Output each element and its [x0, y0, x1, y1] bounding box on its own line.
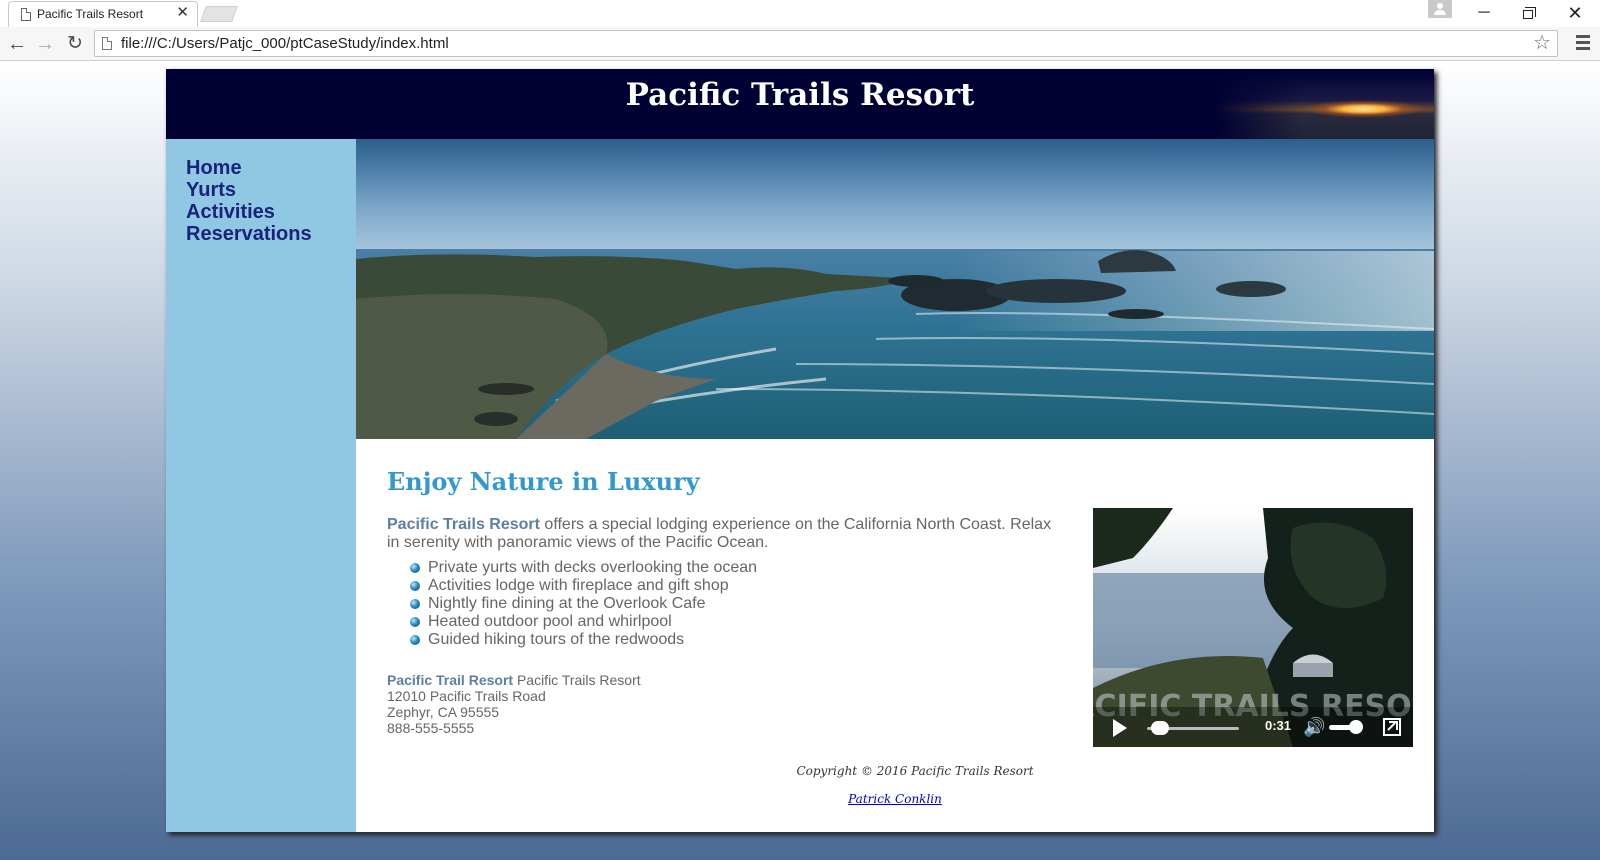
bullet-icon — [410, 581, 420, 591]
list-item: Guided hiking tours of the redwoods — [410, 631, 757, 649]
bookmark-star-icon[interactable]: ☆ — [1533, 31, 1551, 56]
list-item: Private yurts with decks overlooking the… — [410, 559, 757, 577]
page-viewport: Pacific Trails Resort Home Yurts Activit… — [0, 61, 1600, 860]
browser-tab[interactable]: Pacific Trails Resort ✕ — [8, 1, 198, 27]
copyright-text: Copyright © 2016 Pacific Trails Resort — [796, 764, 1034, 778]
bullet-icon — [410, 617, 420, 627]
bullet-icon — [410, 635, 420, 645]
nav-link-yurts[interactable]: Yurts — [186, 179, 312, 201]
intro-paragraph: Pacific Trails Resort offers a special l… — [387, 516, 1067, 552]
close-window-button[interactable]: ✕ — [1561, 2, 1589, 24]
coast-hero-image — [356, 139, 1434, 439]
back-button[interactable]: ← — [4, 31, 30, 57]
restore-icon — [1523, 7, 1536, 19]
nav-link-activities[interactable]: Activities — [186, 201, 312, 223]
url-text[interactable]: file:///C:/Users/Patjc_000/ptCaseStudy/i… — [121, 35, 449, 52]
fullscreen-icon[interactable] — [1383, 718, 1401, 736]
content-heading: Enjoy Nature in Luxury — [387, 467, 700, 496]
video-controls: 0:31 🔊 — [1093, 707, 1413, 747]
page-icon — [102, 37, 112, 50]
contact-info: Pacific Trail Resort Pacific Trails Reso… — [387, 672, 641, 736]
browser-tabstrip: Pacific Trails Resort ✕ ─ ✕ — [0, 0, 1600, 27]
site-wrapper: Pacific Trails Resort Home Yurts Activit… — [166, 69, 1434, 832]
browser-toolbar: ← → ↻ file:///C:/Users/Patjc_000/ptCaseS… — [0, 27, 1600, 61]
page-icon — [21, 8, 31, 21]
contact-street: 12010 Pacific Trails Road — [387, 688, 546, 704]
contact-name-rest: Pacific Trails Resort — [513, 672, 641, 688]
nav-link-home[interactable]: Home — [186, 157, 312, 179]
tab-title: Pacific Trails Resort — [37, 7, 144, 21]
video-progress-knob[interactable] — [1150, 721, 1169, 735]
tab-close-icon[interactable]: ✕ — [176, 5, 189, 20]
author-link[interactable]: Patrick Conklin — [356, 792, 1434, 806]
video-time: 0:31 — [1265, 718, 1292, 733]
main-content: Enjoy Nature in Luxury Pacific Trails Re… — [356, 139, 1434, 832]
site-header: Pacific Trails Resort — [166, 69, 1434, 139]
address-bar[interactable]: file:///C:/Users/Patjc_000/ptCaseStudy/i… — [94, 30, 1558, 57]
restore-button[interactable] — [1514, 2, 1542, 24]
site-title: Pacific Trails Resort — [625, 77, 975, 113]
list-item: Heated outdoor pool and whirlpool — [410, 613, 757, 631]
side-nav: Home Yurts Activities Reservations — [186, 157, 312, 245]
video-player[interactable]: PACIFIC TRAILS RESORT 0:31 🔊 — [1093, 508, 1413, 747]
reload-button[interactable]: ↻ — [62, 31, 88, 57]
list-item: Nightly fine dining at the Overlook Cafe — [410, 595, 757, 613]
volume-knob[interactable] — [1348, 720, 1363, 734]
list-item: Activities lodge with fireplace and gift… — [410, 577, 757, 595]
minimize-button[interactable]: ─ — [1470, 2, 1498, 24]
bullet-icon — [410, 599, 420, 609]
resort-name: Pacific Trails Resort — [387, 516, 540, 533]
nav-link-reservations[interactable]: Reservations — [186, 223, 312, 245]
contact-city: Zephyr, CA 95555 — [387, 704, 500, 720]
features-list: Private yurts with decks overlooking the… — [410, 559, 757, 649]
menu-icon[interactable] — [1576, 35, 1590, 51]
profile-icon[interactable] — [1428, 0, 1452, 18]
contact-phone: 888-555-5555 — [387, 720, 475, 736]
volume-icon[interactable]: 🔊 — [1303, 717, 1325, 737]
forward-button[interactable]: → — [32, 31, 58, 57]
play-icon[interactable] — [1113, 719, 1127, 737]
bullet-icon — [410, 563, 420, 573]
contact-name: Pacific Trail Resort — [387, 672, 514, 688]
new-tab-button[interactable] — [200, 6, 238, 22]
